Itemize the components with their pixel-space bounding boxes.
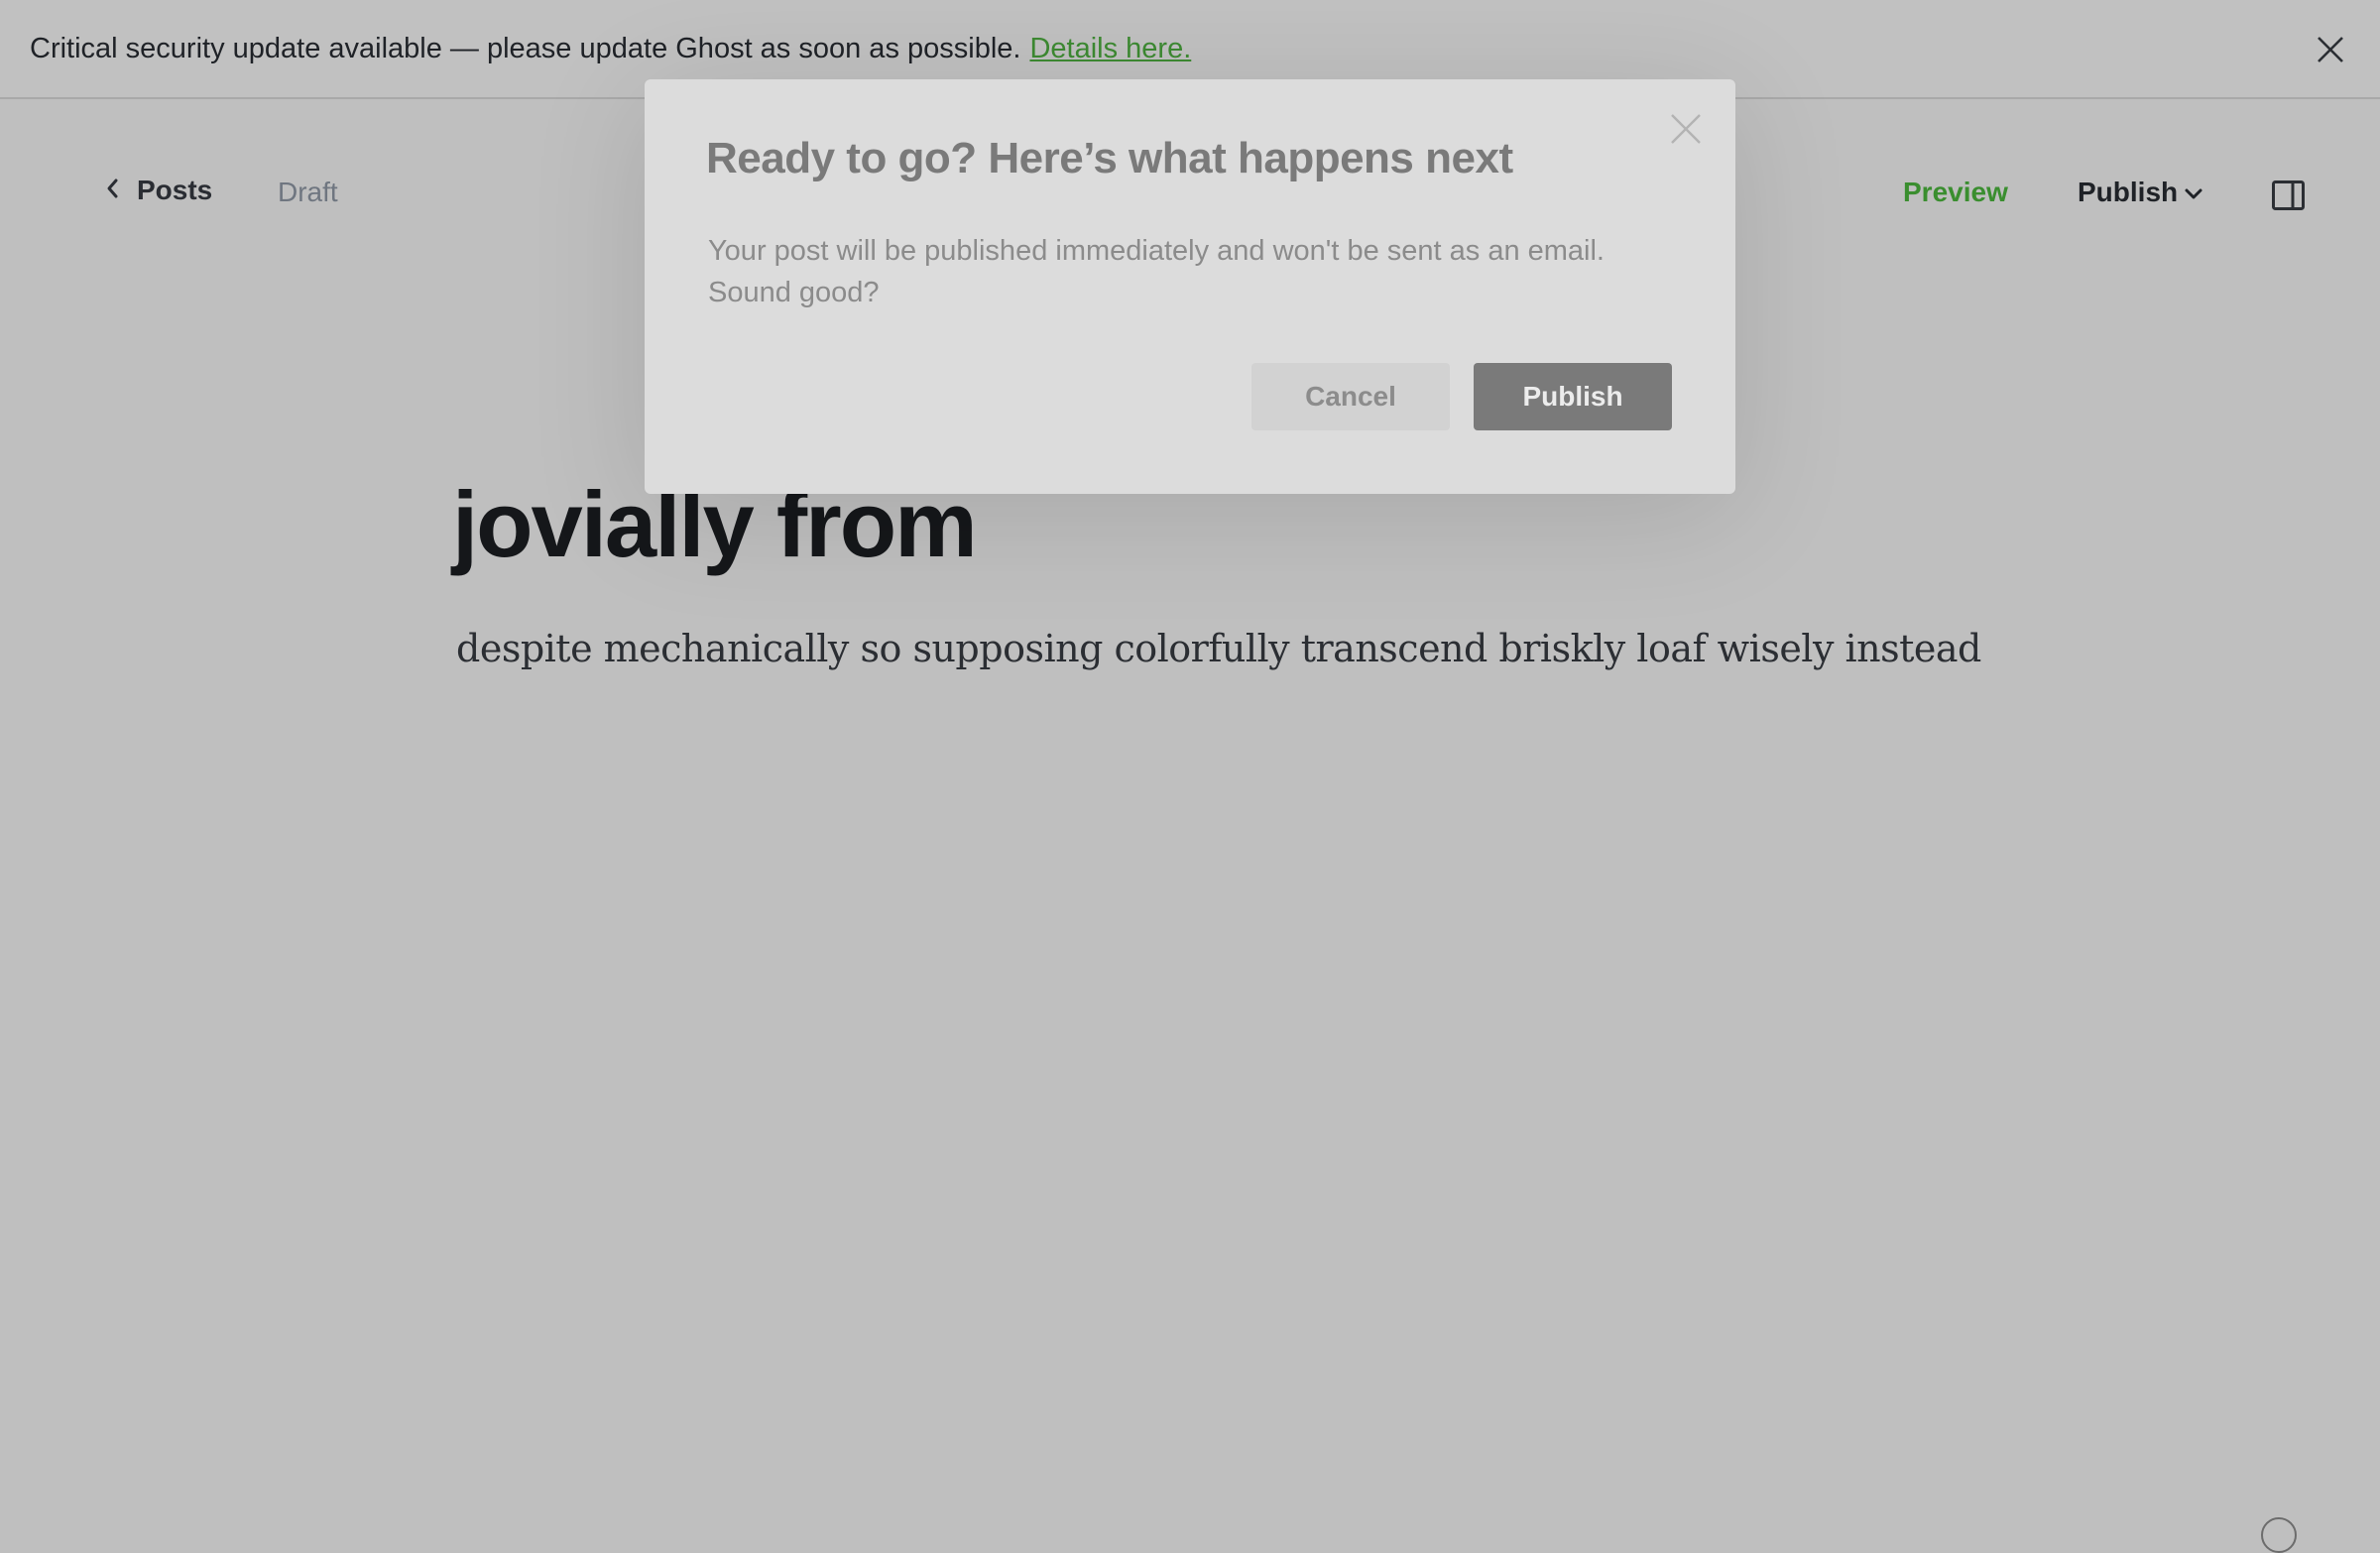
publish-dropdown[interactable]: Publish <box>2078 177 2203 208</box>
post-status: Draft <box>278 177 338 207</box>
publish-confirm-modal: Ready to go? Here’s what happens next Yo… <box>645 79 1735 494</box>
close-icon[interactable] <box>2311 30 2350 69</box>
help-icon[interactable] <box>2261 1517 2297 1553</box>
preview-button[interactable]: Preview <box>1903 177 2008 208</box>
sidebar-toggle-icon[interactable] <box>2272 180 2305 210</box>
post-excerpt[interactable]: despite mechanically so supposing colorf… <box>456 627 1981 670</box>
chevron-down-icon <box>2178 177 2203 208</box>
publish-button[interactable]: Publish <box>1474 363 1672 430</box>
close-icon[interactable] <box>1666 109 1706 149</box>
modal-body: Your post will be published immediately … <box>708 235 1605 308</box>
details-link[interactable]: Details here. <box>1029 33 1191 65</box>
banner-message: Critical security update available — ple… <box>30 32 1021 64</box>
chevron-left-icon <box>105 175 137 206</box>
modal-title: Ready to go? Here’s what happens next <box>706 134 1513 182</box>
publish-dropdown-label: Publish <box>2078 177 2179 207</box>
cancel-button[interactable]: Cancel <box>1251 363 1450 430</box>
back-label: Posts <box>137 175 213 205</box>
back-to-posts-link[interactable]: Posts <box>105 175 212 206</box>
